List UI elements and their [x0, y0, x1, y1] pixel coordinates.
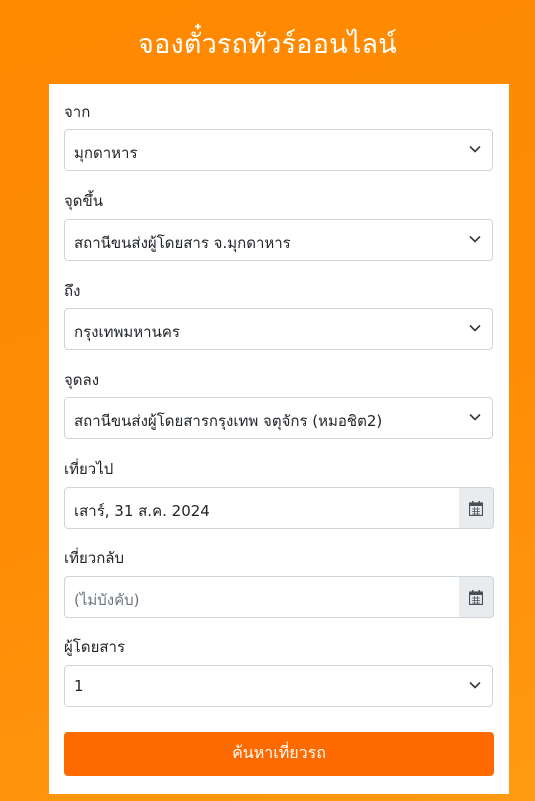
dropoff-select[interactable]: สถานีขนส่งผู้โดยสารกรุงเทพ จตุจักร (หมอช…: [64, 397, 493, 439]
from-select[interactable]: มุกดาหาร: [64, 129, 493, 171]
page-title: จองตั๋วรถทัวร์ออนไลน์: [138, 29, 397, 60]
chevron-down-icon: [469, 145, 481, 153]
depart-label: เที่ยวไป: [64, 460, 114, 478]
to-select-value: กรุงเทพมหานคร: [74, 323, 180, 341]
to-select[interactable]: กรุงเทพมหานคร: [64, 308, 493, 350]
booking-form-card: จาก มุกดาหาร จุดขึ้น สถานีขนส่งผู้โดยสาร…: [49, 84, 509, 794]
passengers-select[interactable]: 1: [64, 665, 493, 707]
depart-calendar-button[interactable]: [459, 487, 494, 529]
chevron-down-icon: [469, 681, 481, 689]
depart-date-input[interactable]: เสาร์, 31 ส.ค. 2024: [64, 487, 460, 529]
calendar-icon: [469, 501, 483, 516]
return-calendar-button[interactable]: [459, 576, 494, 618]
chevron-down-icon: [469, 413, 481, 421]
from-label: จาก: [64, 103, 91, 121]
passengers-select-value: 1: [74, 677, 84, 695]
pickup-select-value: สถานีขนส่งผู้โดยสาร จ.มุกดาหาร: [74, 234, 291, 252]
calendar-icon: [469, 590, 483, 605]
return-date-placeholder: (ไม่บังคับ): [74, 591, 140, 609]
from-select-value: มุกดาหาร: [74, 144, 138, 162]
return-label: เที่ยวกลับ: [64, 549, 125, 567]
pickup-select[interactable]: สถานีขนส่งผู้โดยสาร จ.มุกดาหาร: [64, 219, 493, 261]
chevron-down-icon: [469, 324, 481, 332]
chevron-down-icon: [469, 235, 481, 243]
pickup-label: จุดขึ้น: [64, 192, 104, 210]
return-date-input[interactable]: (ไม่บังคับ): [64, 576, 460, 618]
depart-date-value: เสาร์, 31 ส.ค. 2024: [74, 502, 210, 520]
dropoff-select-value: สถานีขนส่งผู้โดยสารกรุงเทพ จตุจักร (หมอช…: [74, 412, 383, 430]
passengers-label: ผู้โดยสาร: [64, 638, 126, 656]
to-label: ถึง: [64, 282, 81, 300]
dropoff-label: จุดลง: [64, 371, 100, 389]
search-trips-button[interactable]: ค้นหาเที่ยวรถ: [64, 732, 494, 776]
